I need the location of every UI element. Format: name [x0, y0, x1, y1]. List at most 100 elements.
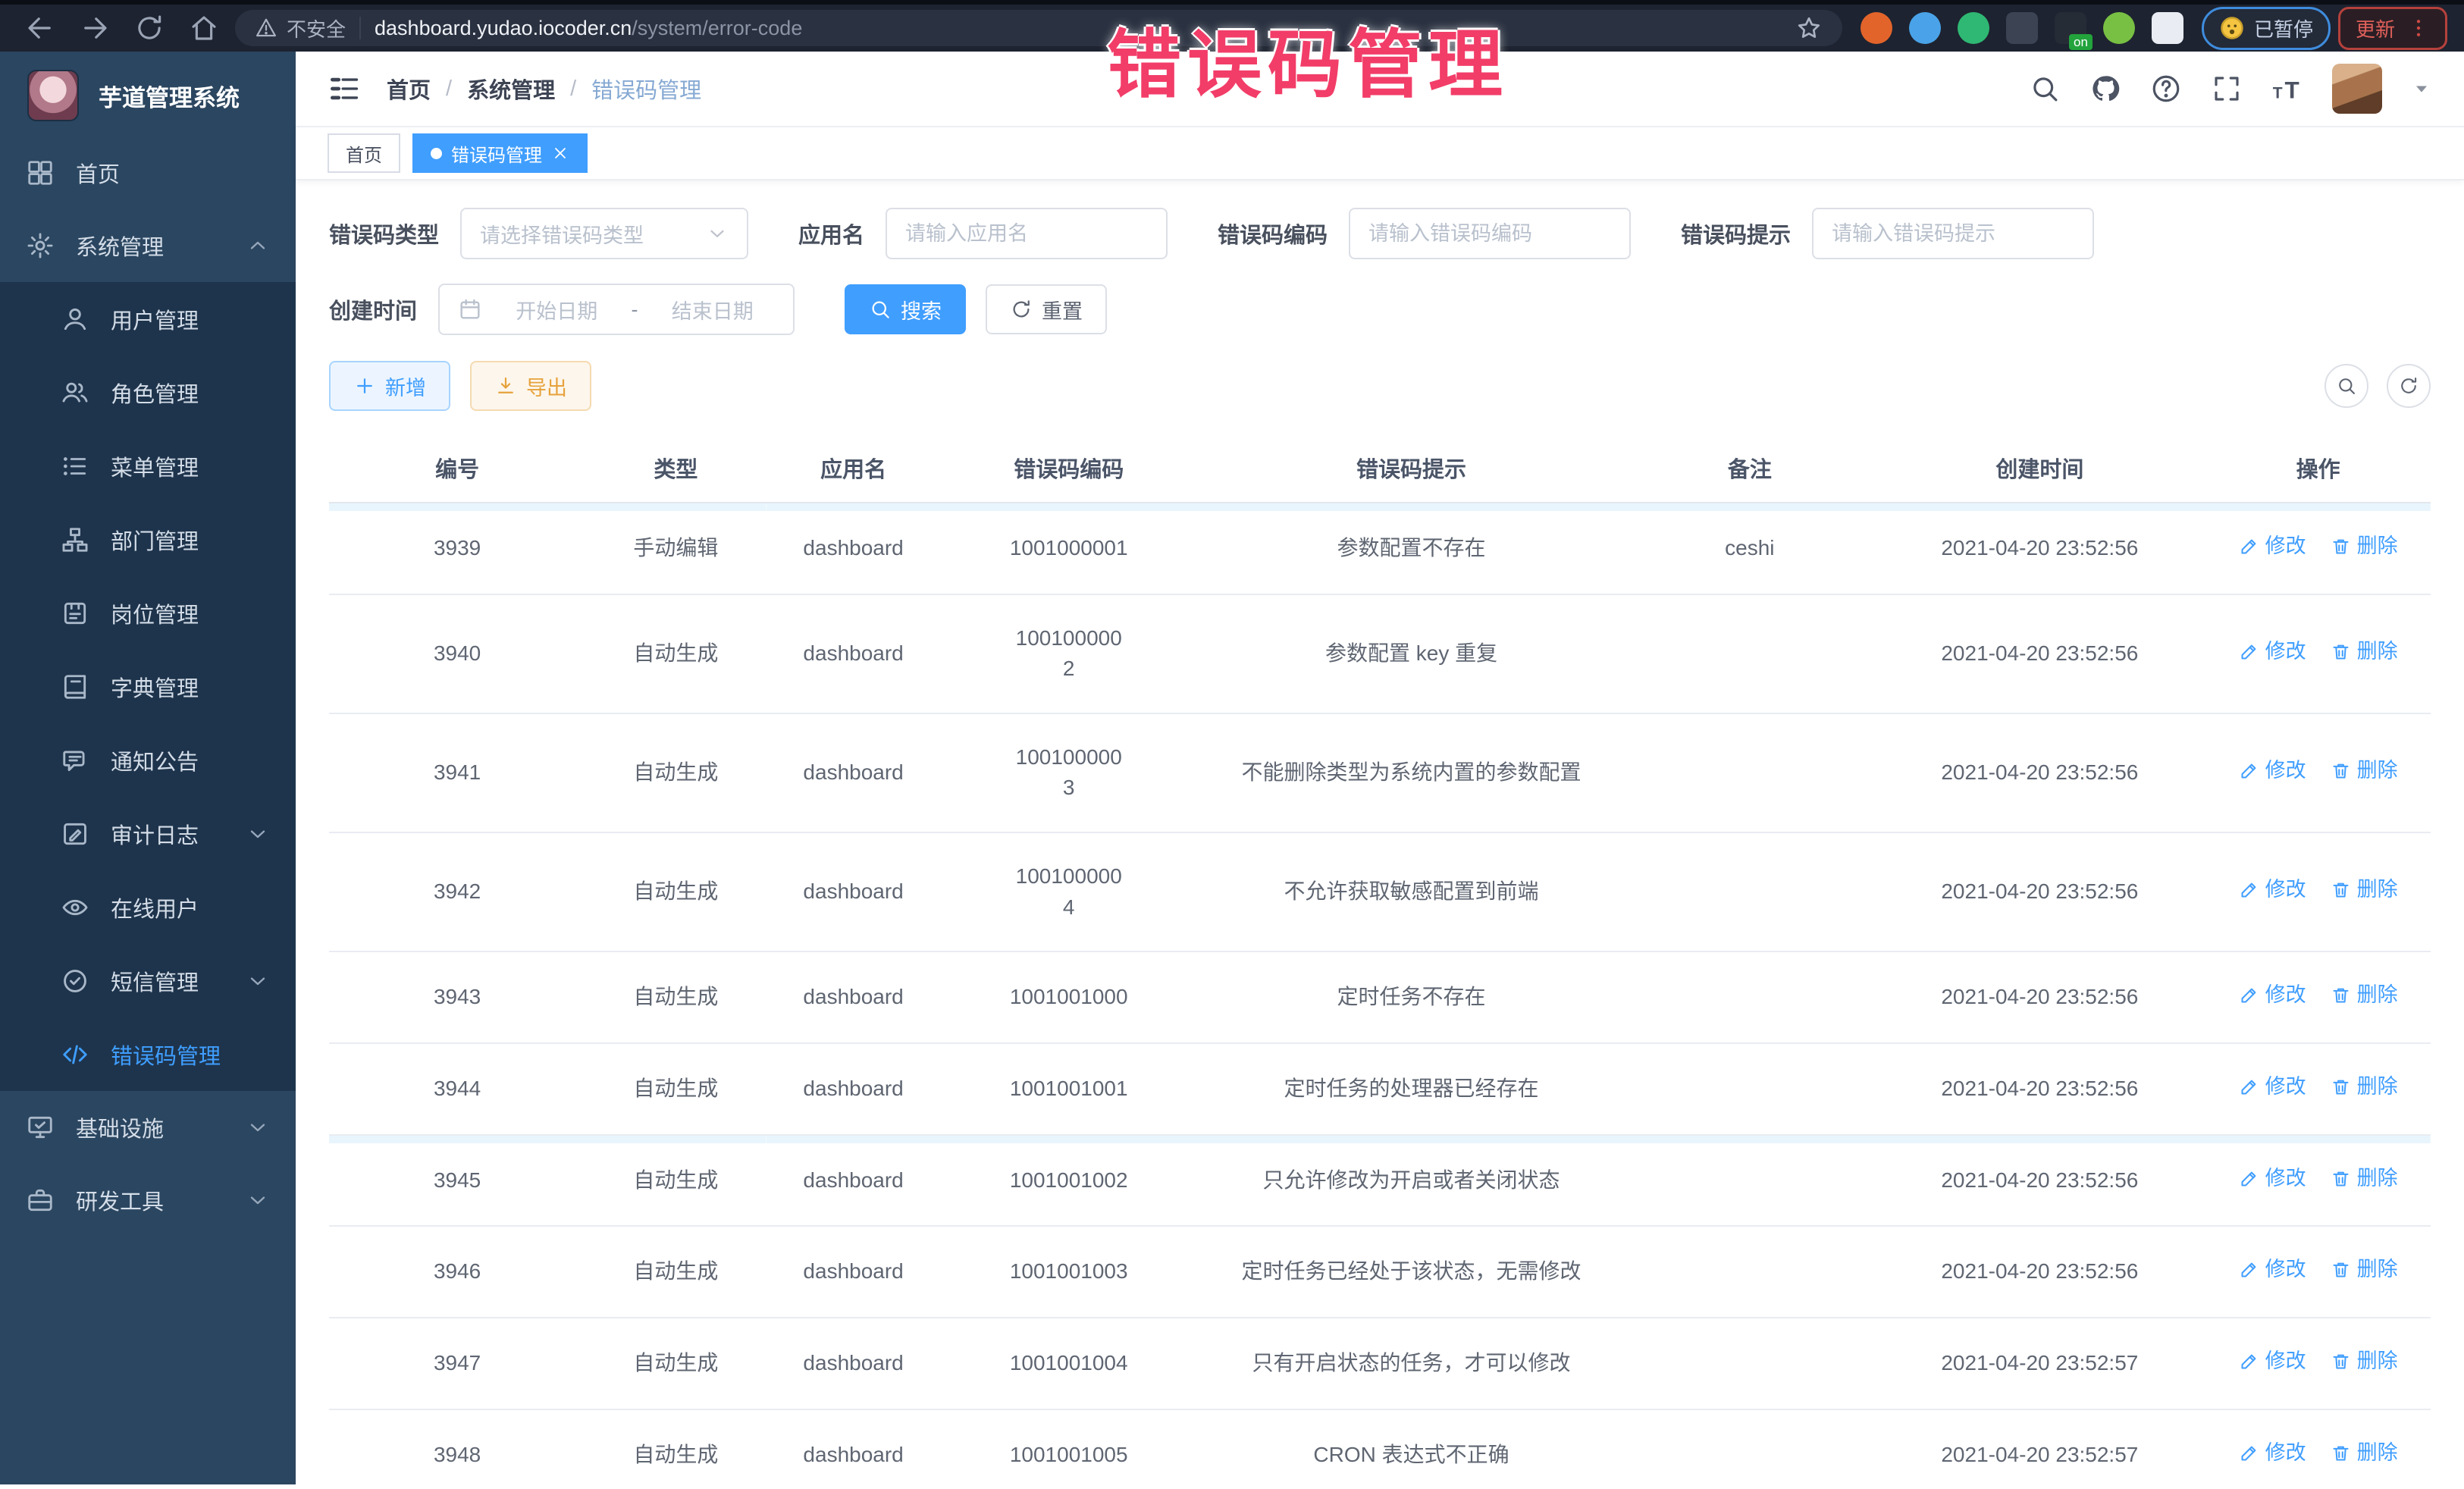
edit-link[interactable]: 修改 — [2239, 875, 2306, 904]
font-size-icon[interactable]: TT — [2271, 73, 2303, 105]
refresh-table-button[interactable] — [2387, 364, 2431, 408]
browser-back-icon[interactable] — [24, 12, 56, 44]
browser-home-icon[interactable] — [188, 12, 220, 44]
error-type-select[interactable]: 请选择错误码类型 — [460, 208, 748, 259]
add-button[interactable]: 新增 — [329, 361, 450, 411]
breadcrumb-item[interactable]: 系统管理 — [467, 73, 555, 105]
edit-label: 修改 — [2265, 1255, 2306, 1284]
sidebar-item-首页[interactable]: 首页 — [0, 136, 296, 209]
edit-link[interactable]: 修改 — [2239, 637, 2306, 666]
delete-link[interactable]: 删除 — [2331, 980, 2398, 1010]
export-button[interactable]: 导出 — [470, 361, 591, 411]
onetab-extension-icon[interactable]: on — [2055, 12, 2086, 44]
reset-button[interactable]: 重置 — [986, 284, 1107, 334]
sidebar-item-部门管理[interactable]: 部门管理 — [0, 503, 296, 576]
sidebar-item-角色管理[interactable]: 角色管理 — [0, 356, 296, 429]
browser-forward-icon[interactable] — [79, 12, 111, 44]
app-name-input[interactable] — [905, 222, 1148, 246]
cell-msg: 只有开启状态的任务，才可以修改 — [1197, 1318, 1625, 1409]
edit-link[interactable]: 修改 — [2239, 1255, 2306, 1284]
delete-link[interactable]: 删除 — [2331, 756, 2398, 785]
cell-type: 自动生成 — [585, 1135, 766, 1227]
address-bar[interactable]: 不安全 dashboard.yudao.iocoder.cn/system/er… — [235, 10, 1842, 46]
fullscreen-icon[interactable] — [2211, 73, 2243, 105]
delete-link[interactable]: 删除 — [2331, 637, 2398, 666]
edit-link[interactable]: 修改 — [2239, 980, 2306, 1010]
bookmark-star-icon[interactable] — [1795, 14, 1823, 42]
chevron-down-icon — [246, 969, 270, 993]
table-header-row: 编号类型应用名错误码编码错误码提示备注创建时间操作 — [329, 434, 2431, 503]
sidebar-item-用户管理[interactable]: 用户管理 — [0, 282, 296, 356]
close-icon[interactable] — [551, 144, 569, 162]
update-button[interactable]: 更新 — [2338, 7, 2447, 50]
sidebar-item-菜单管理[interactable]: 菜单管理 — [0, 429, 296, 503]
tag-错误码管理[interactable]: 错误码管理 — [412, 133, 588, 173]
delete-link[interactable]: 删除 — [2331, 1072, 2398, 1102]
help-icon[interactable] — [2150, 73, 2182, 105]
search-button[interactable]: 搜索 — [845, 284, 966, 334]
paused-badge[interactable]: 已暂停 — [2202, 7, 2331, 50]
cell-app: dashboard — [766, 951, 941, 1043]
edit-link[interactable]: 修改 — [2239, 756, 2306, 785]
sidebar-item-短信管理[interactable]: 短信管理 — [0, 944, 296, 1017]
date-range-picker[interactable]: 开始日期 - 结束日期 — [438, 284, 795, 335]
cell-operations: 修改删除 — [2205, 1226, 2431, 1318]
sidebar-logo-row[interactable]: 芋道管理系统 — [0, 52, 296, 136]
sidebar-item-基础设施[interactable]: 基础设施 — [0, 1091, 296, 1164]
breadcrumb-item[interactable]: 首页 — [387, 73, 431, 105]
more-vertical-icon[interactable] — [2407, 17, 2430, 39]
sidebar-item-岗位管理[interactable]: 岗位管理 — [0, 576, 296, 650]
green-check-extension-icon[interactable] — [1958, 12, 1989, 44]
sidebar-item-错误码管理[interactable]: 错误码管理 — [0, 1017, 296, 1091]
cell-operations: 修改删除 — [2205, 1135, 2431, 1227]
edit-link[interactable]: 修改 — [2239, 1164, 2306, 1193]
sidebar-item-通知公告[interactable]: 通知公告 — [0, 723, 296, 797]
edit-link[interactable]: 修改 — [2239, 1438, 2306, 1468]
tag-首页[interactable]: 首页 — [328, 133, 400, 173]
app-title: 芋道管理系统 — [99, 79, 240, 113]
delete-link[interactable]: 删除 — [2331, 1346, 2398, 1376]
delete-link[interactable]: 删除 — [2331, 1438, 2398, 1468]
error-code-value: 1001001000 — [1010, 985, 1128, 1008]
github-icon[interactable] — [2089, 73, 2121, 105]
sidebar-item-label: 菜单管理 — [111, 450, 199, 482]
show-search-button[interactable] — [2324, 364, 2368, 408]
calendar-icon — [458, 297, 482, 321]
breadcrumb-item[interactable]: 错误码管理 — [591, 73, 701, 105]
delete-link[interactable]: 删除 — [2331, 875, 2398, 904]
grid-extension-icon[interactable] — [2006, 12, 2038, 44]
filter-error-code: 错误码编码 — [1218, 208, 1631, 259]
sidebar-item-在线用户[interactable]: 在线用户 — [0, 870, 296, 944]
search-icon[interactable] — [2029, 73, 2061, 105]
edit-icon — [2239, 1168, 2259, 1189]
puzzle-extension-icon[interactable] — [2152, 12, 2183, 44]
extensions-row: on — [1861, 12, 2183, 44]
browser-reload-icon[interactable] — [133, 12, 165, 44]
delete-link[interactable]: 删除 — [2331, 1164, 2398, 1193]
column-header-创建时间: 创建时间 — [1873, 434, 2205, 503]
adblock-extension-icon[interactable] — [1861, 12, 1892, 44]
edit-link[interactable]: 修改 — [2239, 531, 2306, 561]
sidebar-item-系统管理[interactable]: 系统管理 — [0, 209, 296, 282]
delete-link[interactable]: 删除 — [2331, 1255, 2398, 1284]
error-code-input[interactable] — [1368, 222, 1611, 246]
tools-icon — [26, 1186, 55, 1215]
edit-link[interactable]: 修改 — [2239, 1072, 2306, 1102]
error-code-value: 1001001005 — [1010, 1443, 1128, 1466]
hamburger-icon[interactable] — [328, 72, 361, 105]
delete-link[interactable]: 删除 — [2331, 531, 2398, 561]
edit-link[interactable]: 修改 — [2239, 1346, 2306, 1376]
caret-down-icon[interactable] — [2411, 78, 2432, 99]
sidebar-item-字典管理[interactable]: 字典管理 — [0, 650, 296, 723]
error-type-label: 错误码类型 — [329, 218, 439, 249]
user-icon — [61, 305, 89, 334]
sidebar-item-研发工具[interactable]: 研发工具 — [0, 1164, 296, 1237]
error-msg-input[interactable] — [1832, 222, 2074, 246]
sidebar-item-审计日志[interactable]: 审计日志 — [0, 797, 296, 870]
key-extension-icon[interactable] — [2103, 12, 2135, 44]
user-avatar[interactable] — [2332, 64, 2382, 114]
security-chip[interactable]: 不安全 — [255, 14, 346, 42]
paused-label: 已暂停 — [2254, 14, 2313, 42]
security-label: 不安全 — [287, 14, 346, 42]
gem-extension-icon[interactable] — [1909, 12, 1941, 44]
